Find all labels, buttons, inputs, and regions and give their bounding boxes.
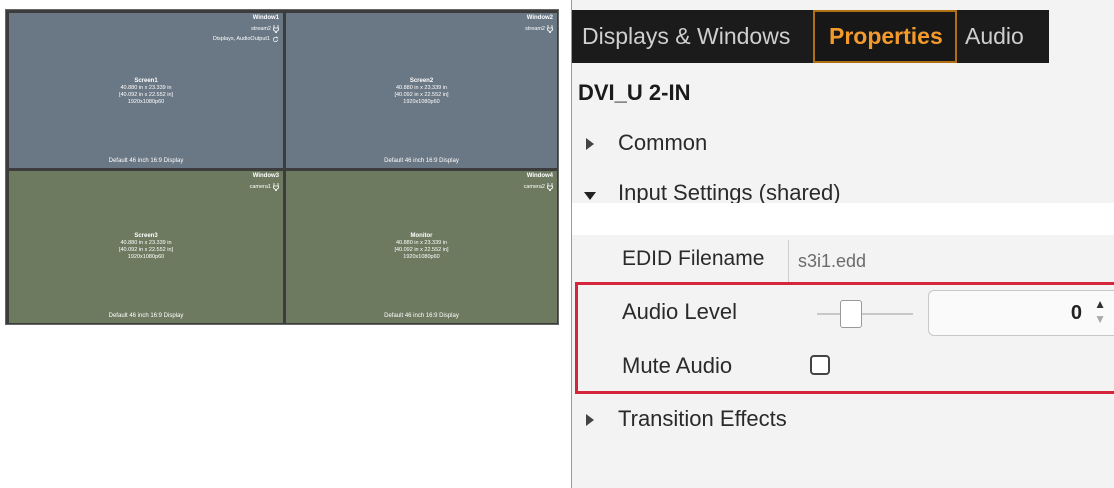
- audio-level-spinbox[interactable]: 0 ▲ ▼: [928, 290, 1114, 336]
- window-info: Window4 camera2: [524, 173, 553, 191]
- mute-audio-checkbox[interactable]: [810, 355, 830, 375]
- display-cell-screen2[interactable]: Window2 stream2 Screen2 40.880 in x 23.3…: [286, 13, 557, 168]
- display-cell-monitor[interactable]: Window4 camera2 Monitor 40.880 in x 23.3…: [286, 171, 557, 323]
- mute-audio-label: Mute Audio: [622, 353, 733, 378]
- tab-displays-windows[interactable]: Displays & Windows: [572, 10, 813, 63]
- plug-icon: [273, 183, 279, 191]
- spin-up-icon[interactable]: ▲: [1094, 298, 1106, 310]
- window-title: Window4: [526, 173, 553, 179]
- display-type: Default 46 inch 16:9 Display: [384, 313, 459, 319]
- plug-icon: [273, 25, 279, 33]
- window-title: Window3: [252, 173, 279, 179]
- screen-size: 40.880 in x 23.339 in: [120, 85, 172, 91]
- window-source-line: camera1: [250, 183, 279, 191]
- window-info: Window2 stream2: [525, 15, 553, 33]
- window-source: stream2: [251, 25, 271, 32]
- window-source: camera2: [523, 183, 545, 190]
- edid-value[interactable]: s3i1.edd: [798, 251, 866, 272]
- window-source-line: camera2: [524, 183, 553, 191]
- expand-transition-icon[interactable]: [586, 414, 594, 426]
- window-info: Window3 camera1: [250, 173, 279, 191]
- screen-size: 40.880 in x 23.339 in: [395, 85, 448, 91]
- section-common[interactable]: Common: [618, 130, 707, 156]
- screen-info: Screen2 40.880 in x 23.339 in [40.092 in…: [286, 78, 557, 106]
- audio-level-value[interactable]: 0: [1071, 302, 1082, 325]
- plug-icon: [547, 25, 553, 33]
- window-source: stream2: [525, 25, 545, 32]
- edid-strip: [572, 203, 1114, 235]
- display-type: Default 46 inch 16:9 Display: [108, 158, 184, 164]
- screen-name: Screen2: [409, 78, 434, 84]
- window-info: Window1 stream2 Displays, AudioOutput1: [213, 15, 279, 43]
- collapse-input-settings-icon[interactable]: [584, 192, 596, 200]
- window-title: Window1: [252, 15, 279, 21]
- display-wall: Window1 stream2 Displays, AudioOutput1 S…: [5, 9, 559, 325]
- display-type: Default 46 inch 16:9 Display: [108, 313, 184, 319]
- screen-resolution: 1920x1080p60: [127, 254, 165, 260]
- screen-name: Screen3: [134, 233, 158, 239]
- spin-down-icon[interactable]: ▼: [1094, 313, 1106, 325]
- display-type: Default 46 inch 16:9 Display: [384, 158, 459, 164]
- audio-level-label: Audio Level: [622, 299, 737, 324]
- screen-name: Screen1: [134, 78, 158, 84]
- tab-audio[interactable]: Audio: [957, 10, 1049, 63]
- screen-info: Screen1 40.880 in x 23.339 in [40.092 in…: [9, 78, 283, 106]
- refresh-icon: [272, 36, 279, 43]
- window-source-line: stream2: [525, 25, 553, 33]
- screen-size-bracket: [40.092 in x 22.552 in]: [394, 92, 449, 98]
- screen-info: Screen3 40.880 in x 23.339 in [40.092 in…: [9, 233, 283, 261]
- screen-size: 40.880 in x 23.339 in: [120, 240, 172, 246]
- screen-resolution: 1920x1080p60: [127, 99, 165, 105]
- window-title: Window2: [526, 15, 553, 21]
- tab-properties[interactable]: Properties: [813, 10, 957, 63]
- audio-level-slider-thumb[interactable]: [839, 300, 862, 328]
- screen-resolution: 1920x1080p60: [403, 254, 440, 260]
- expand-common-icon[interactable]: [586, 138, 594, 150]
- screen-size-bracket: [40.092 in x 22.552 in]: [394, 247, 449, 253]
- properties-panel: Displays & Windows Properties Audio DVI_…: [571, 0, 1114, 488]
- edid-label: EDID Filename: [622, 247, 765, 270]
- section-transition-effects[interactable]: Transition Effects: [618, 406, 787, 432]
- screen-resolution: 1920x1080p60: [403, 99, 440, 105]
- window-source-line: stream2: [213, 25, 279, 33]
- plug-icon: [547, 183, 553, 191]
- tab-bar: Displays & Windows Properties Audio: [572, 0, 1114, 63]
- window-audio-line: Displays, AudioOutput1: [213, 36, 279, 43]
- screen-size: 40.880 in x 23.339 in: [395, 240, 448, 246]
- display-cell-screen1[interactable]: Window1 stream2 Displays, AudioOutput1 S…: [9, 13, 283, 168]
- window-source: camera1: [249, 183, 271, 190]
- audio-level-slider-track[interactable]: [817, 313, 913, 315]
- screen-name: Monitor: [410, 233, 433, 239]
- screen-size-bracket: [40.092 in x 22.552 in]: [118, 247, 174, 253]
- screen-info: Monitor 40.880 in x 23.339 in [40.092 in…: [286, 233, 557, 261]
- edid-separator: [788, 240, 789, 282]
- screen-size-bracket: [40.092 in x 22.552 in]: [118, 92, 174, 98]
- window-audio: Displays, AudioOutput1: [212, 36, 270, 42]
- panel-title: DVI_U 2-IN: [578, 80, 691, 105]
- tab-strip: Displays & Windows Properties Audio: [572, 10, 1049, 63]
- tab-bar-filler: [1049, 10, 1114, 63]
- display-cell-screen3[interactable]: Window3 camera1 Screen3 40.880 in x 23.3…: [9, 171, 283, 323]
